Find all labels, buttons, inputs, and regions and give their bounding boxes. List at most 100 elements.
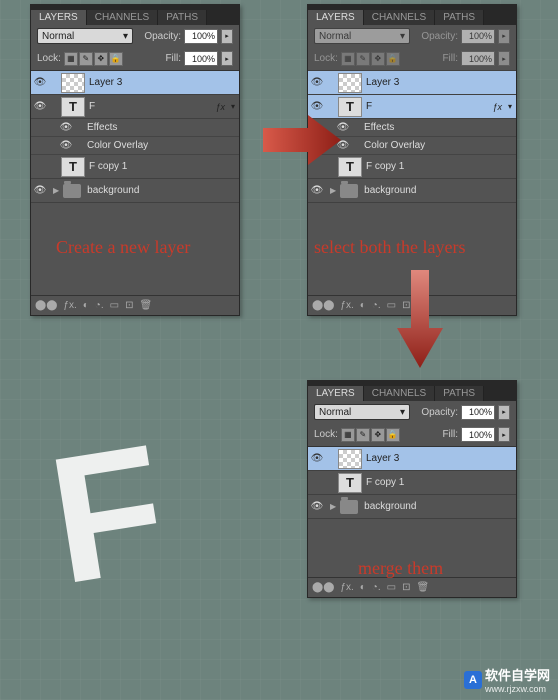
layer-row[interactable]: 👁 Layer 3 bbox=[308, 447, 516, 471]
layer-name[interactable]: Layer 3 bbox=[89, 77, 239, 88]
group-row[interactable]: 👁 ▶ background bbox=[308, 495, 516, 519]
adjustment-icon[interactable]: ◔. bbox=[95, 300, 104, 311]
opacity-flyout[interactable]: ▸ bbox=[221, 29, 233, 44]
lock-pixels-icon[interactable]: ✎ bbox=[356, 52, 370, 66]
mask-icon[interactable]: ◐ bbox=[83, 300, 89, 311]
fx-icon[interactable]: ƒx. bbox=[63, 300, 76, 311]
fill-flyout[interactable]: ▸ bbox=[498, 51, 510, 66]
tab-paths[interactable]: PATHS bbox=[435, 10, 484, 25]
layer-name[interactable]: F bbox=[89, 101, 215, 112]
expand-icon[interactable]: ▶ bbox=[53, 186, 59, 195]
fx-badge[interactable]: ƒx bbox=[492, 102, 502, 112]
layers-list: 👁 Layer 3 T F copy 1 👁 ▶ background bbox=[308, 447, 516, 519]
tab-channels[interactable]: CHANNELS bbox=[87, 10, 158, 25]
group-row[interactable]: 👁 ▶ background bbox=[308, 179, 516, 203]
visibility-icon[interactable]: 👁 bbox=[57, 122, 75, 133]
fx-collapse-icon[interactable]: ▾ bbox=[231, 102, 235, 111]
text-layer-thumb[interactable]: T bbox=[338, 473, 362, 493]
layer-name[interactable]: background bbox=[364, 501, 516, 512]
tab-paths[interactable]: PATHS bbox=[435, 386, 484, 401]
layer-name[interactable]: Layer 3 bbox=[366, 453, 516, 464]
fx-icon[interactable]: ƒx. bbox=[340, 582, 353, 593]
visibility-icon[interactable]: 👁 bbox=[31, 77, 49, 88]
layer-name[interactable]: F copy 1 bbox=[366, 477, 516, 488]
new-layer-icon[interactable]: ⊡ bbox=[402, 582, 410, 593]
blend-mode-select[interactable]: Normal▾ bbox=[314, 404, 410, 420]
trash-icon[interactable]: 🗑 bbox=[139, 300, 152, 311]
tab-layers[interactable]: LAYERS bbox=[308, 10, 364, 25]
tab-channels[interactable]: CHANNELS bbox=[364, 386, 435, 401]
adjustment-icon[interactable]: ◔. bbox=[372, 300, 381, 311]
layer-thumb[interactable] bbox=[338, 73, 362, 93]
lock-all-icon[interactable]: 🔒 bbox=[109, 52, 123, 66]
lock-transparent-icon[interactable]: ▦ bbox=[341, 428, 355, 442]
layer-row[interactable]: T F copy 1 bbox=[308, 471, 516, 495]
opacity-input[interactable]: 100% bbox=[184, 29, 218, 44]
trash-icon[interactable]: 🗑 bbox=[416, 582, 429, 593]
layer-name[interactable]: background bbox=[87, 185, 239, 196]
tab-layers[interactable]: LAYERS bbox=[31, 10, 87, 25]
lock-position-icon[interactable]: ✥ bbox=[371, 52, 385, 66]
fill-flyout[interactable]: ▸ bbox=[498, 427, 510, 442]
visibility-icon[interactable]: 👁 bbox=[308, 501, 326, 512]
visibility-icon[interactable]: 👁 bbox=[31, 101, 49, 112]
layer-name[interactable]: F bbox=[366, 101, 492, 112]
mask-icon[interactable]: ◐ bbox=[360, 582, 366, 593]
layer-row[interactable]: 👁 T F ƒx ▾ bbox=[31, 95, 239, 119]
lock-all-icon[interactable]: 🔒 bbox=[386, 428, 400, 442]
fill-input[interactable]: 100% bbox=[184, 51, 218, 66]
adjustment-icon[interactable]: ◔. bbox=[372, 582, 381, 593]
link-layers-icon[interactable]: ⬤⬤ bbox=[312, 582, 334, 593]
new-group-icon[interactable]: ▭ bbox=[110, 300, 119, 311]
lock-position-icon[interactable]: ✥ bbox=[371, 428, 385, 442]
visibility-icon[interactable]: 👁 bbox=[308, 453, 326, 464]
tab-paths[interactable]: PATHS bbox=[158, 10, 207, 25]
lock-pixels-icon[interactable]: ✎ bbox=[79, 52, 93, 66]
opacity-input[interactable]: 100% bbox=[461, 29, 495, 44]
layer-row[interactable]: 👁 Layer 3 bbox=[31, 71, 239, 95]
effects-row[interactable]: 👁Effects bbox=[31, 119, 239, 137]
lock-label: Lock: bbox=[314, 429, 338, 440]
text-layer-thumb[interactable]: T bbox=[61, 157, 85, 177]
blend-mode-select[interactable]: Normal▾ bbox=[314, 28, 410, 44]
mask-icon[interactable]: ◐ bbox=[360, 300, 366, 311]
link-layers-icon[interactable]: ⬤⬤ bbox=[35, 300, 57, 311]
text-layer-thumb[interactable]: T bbox=[61, 97, 85, 117]
layer-thumb[interactable] bbox=[338, 449, 362, 469]
expand-icon[interactable]: ▶ bbox=[330, 502, 336, 511]
fx-collapse-icon[interactable]: ▾ bbox=[508, 102, 512, 111]
visibility-icon[interactable]: 👁 bbox=[308, 77, 326, 88]
layer-row[interactable]: T F copy 1 bbox=[31, 155, 239, 179]
link-layers-icon[interactable]: ⬤⬤ bbox=[312, 300, 334, 311]
fx-icon[interactable]: ƒx. bbox=[340, 300, 353, 311]
group-row[interactable]: 👁 ▶ background bbox=[31, 179, 239, 203]
opacity-flyout[interactable]: ▸ bbox=[498, 405, 510, 420]
blend-mode-select[interactable]: Normal▾ bbox=[37, 28, 133, 44]
fill-input[interactable]: 100% bbox=[461, 427, 495, 442]
color-overlay-row[interactable]: 👁Color Overlay bbox=[31, 137, 239, 155]
lock-transparent-icon[interactable]: ▦ bbox=[341, 52, 355, 66]
layer-name[interactable]: Layer 3 bbox=[366, 77, 516, 88]
lock-transparent-icon[interactable]: ▦ bbox=[64, 52, 78, 66]
layer-thumb[interactable] bbox=[61, 73, 85, 93]
tab-channels[interactable]: CHANNELS bbox=[364, 10, 435, 25]
layer-row[interactable]: 👁 Layer 3 bbox=[308, 71, 516, 95]
visibility-icon[interactable]: 👁 bbox=[31, 185, 49, 196]
tab-layers[interactable]: LAYERS bbox=[308, 386, 364, 401]
layer-name[interactable]: background bbox=[364, 185, 516, 196]
opacity-flyout[interactable]: ▸ bbox=[498, 29, 510, 44]
layer-name[interactable]: F copy 1 bbox=[89, 161, 239, 172]
fill-input[interactable]: 100% bbox=[461, 51, 495, 66]
opacity-input[interactable]: 100% bbox=[461, 405, 495, 420]
layer-name[interactable]: F copy 1 bbox=[366, 161, 516, 172]
lock-position-icon[interactable]: ✥ bbox=[94, 52, 108, 66]
visibility-icon[interactable]: 👁 bbox=[308, 185, 326, 196]
lock-pixels-icon[interactable]: ✎ bbox=[356, 428, 370, 442]
new-group-icon[interactable]: ▭ bbox=[387, 582, 396, 593]
new-layer-icon[interactable]: ⊡ bbox=[125, 300, 133, 311]
fx-badge[interactable]: ƒx bbox=[215, 102, 225, 112]
expand-icon[interactable]: ▶ bbox=[330, 186, 336, 195]
fill-flyout[interactable]: ▸ bbox=[221, 51, 233, 66]
visibility-icon[interactable]: 👁 bbox=[57, 140, 75, 151]
lock-all-icon[interactable]: 🔒 bbox=[386, 52, 400, 66]
